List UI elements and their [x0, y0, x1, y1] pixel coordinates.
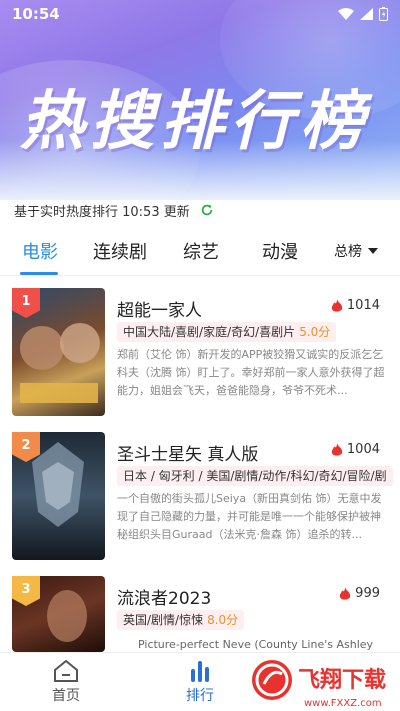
heat-value: 999	[355, 586, 380, 601]
item-tags: 日本 / 匈牙利 / 美国/剧情/动作/科幻/奇幻/冒险/剧	[117, 466, 393, 486]
tab-indicator	[20, 272, 58, 275]
flame-icon	[331, 442, 343, 456]
nav-home-label: 首页	[52, 688, 80, 704]
flame-icon	[339, 586, 351, 600]
heat-count: 1014	[331, 298, 380, 313]
watermark-text: 飞翔下载	[298, 667, 386, 693]
list-item[interactable]: 1 超能一家人 1014 中国大陆/喜剧/家庭/奇幻/喜剧片 5.0分 郑前（艾伦…	[0, 288, 400, 423]
rank-select[interactable]: 总榜	[334, 241, 378, 261]
score: 5.0分	[299, 325, 331, 339]
flame-icon	[331, 298, 343, 312]
item-tags: 英国/剧情/惊悚 8.0分	[117, 610, 245, 630]
tab-variety[interactable]: 综艺	[183, 238, 219, 264]
signal-icon	[360, 8, 373, 20]
heat-value: 1014	[346, 298, 380, 313]
rank-select-label: 总榜	[334, 244, 362, 260]
status-bar: 10:54	[0, 0, 400, 28]
caret-down-icon	[368, 248, 378, 254]
item-title[interactable]: 超能一家人	[117, 296, 202, 321]
tab-movie[interactable]: 电影	[22, 238, 58, 264]
score: 8.0分	[207, 613, 239, 627]
refresh-icon[interactable]	[200, 203, 214, 217]
tags-text: 日本 / 匈牙利 / 美国/剧情/动作/科幻/奇幻/冒险/剧	[123, 469, 387, 483]
nav-home[interactable]: 首页	[36, 657, 96, 705]
watermark-url: www.FXXZ.com	[304, 698, 382, 709]
item-description: Picture-perfect Neve (County Line's Ashl…	[138, 638, 374, 651]
tab-series[interactable]: 连续剧	[93, 238, 147, 264]
nav-rank-label: 排行	[186, 688, 214, 704]
wifi-icon	[338, 8, 354, 20]
item-title[interactable]: 圣斗士星矢 真人版	[117, 440, 258, 465]
battery-icon	[379, 7, 388, 21]
category-tabs: 电影 连续剧 综艺 动漫 总榜	[0, 230, 400, 276]
item-description: 一个自傲的街头孤儿Seiya（新田真剑佑 饰）无意中发现了自己隐藏的力量，并可能…	[117, 492, 382, 541]
update-info: 基于实时热度排行 10:53 更新	[14, 200, 214, 220]
item-description: 郑前（艾伦 饰）新开发的APP被狡猾又诚实的反派乞乞科夫（沈腾 饰）盯上了。幸好…	[117, 348, 385, 397]
home-icon	[54, 659, 78, 682]
item-title[interactable]: 流浪者2023	[117, 584, 211, 609]
heat-count: 999	[339, 586, 380, 601]
item-tags: 中国大陆/喜剧/家庭/奇幻/喜剧片 5.0分	[117, 322, 337, 342]
update-text: 基于实时热度排行 10:53 更新	[14, 204, 190, 220]
tab-anime[interactable]: 动漫	[262, 238, 298, 264]
status-time: 10:54	[12, 5, 60, 23]
hero-banner: 热搜排行榜	[0, 0, 400, 200]
hero-title: 热搜排行榜	[20, 85, 370, 159]
rank-bars-icon	[191, 661, 209, 682]
tags-text: 英国/剧情/惊悚	[123, 613, 204, 627]
nav-rank[interactable]: 排行	[170, 657, 230, 705]
list-item[interactable]: 2 圣斗士星矢 真人版 1004 日本 / 匈牙利 / 美国/剧情/动作/科幻/…	[0, 432, 400, 567]
tags-text: 中国大陆/喜剧/家庭/奇幻/喜剧片	[123, 325, 296, 339]
heat-value: 1004	[346, 442, 380, 457]
heat-count: 1004	[331, 442, 380, 457]
watermark-logo: 飞翔下载 www.FXXZ.com	[248, 654, 400, 711]
